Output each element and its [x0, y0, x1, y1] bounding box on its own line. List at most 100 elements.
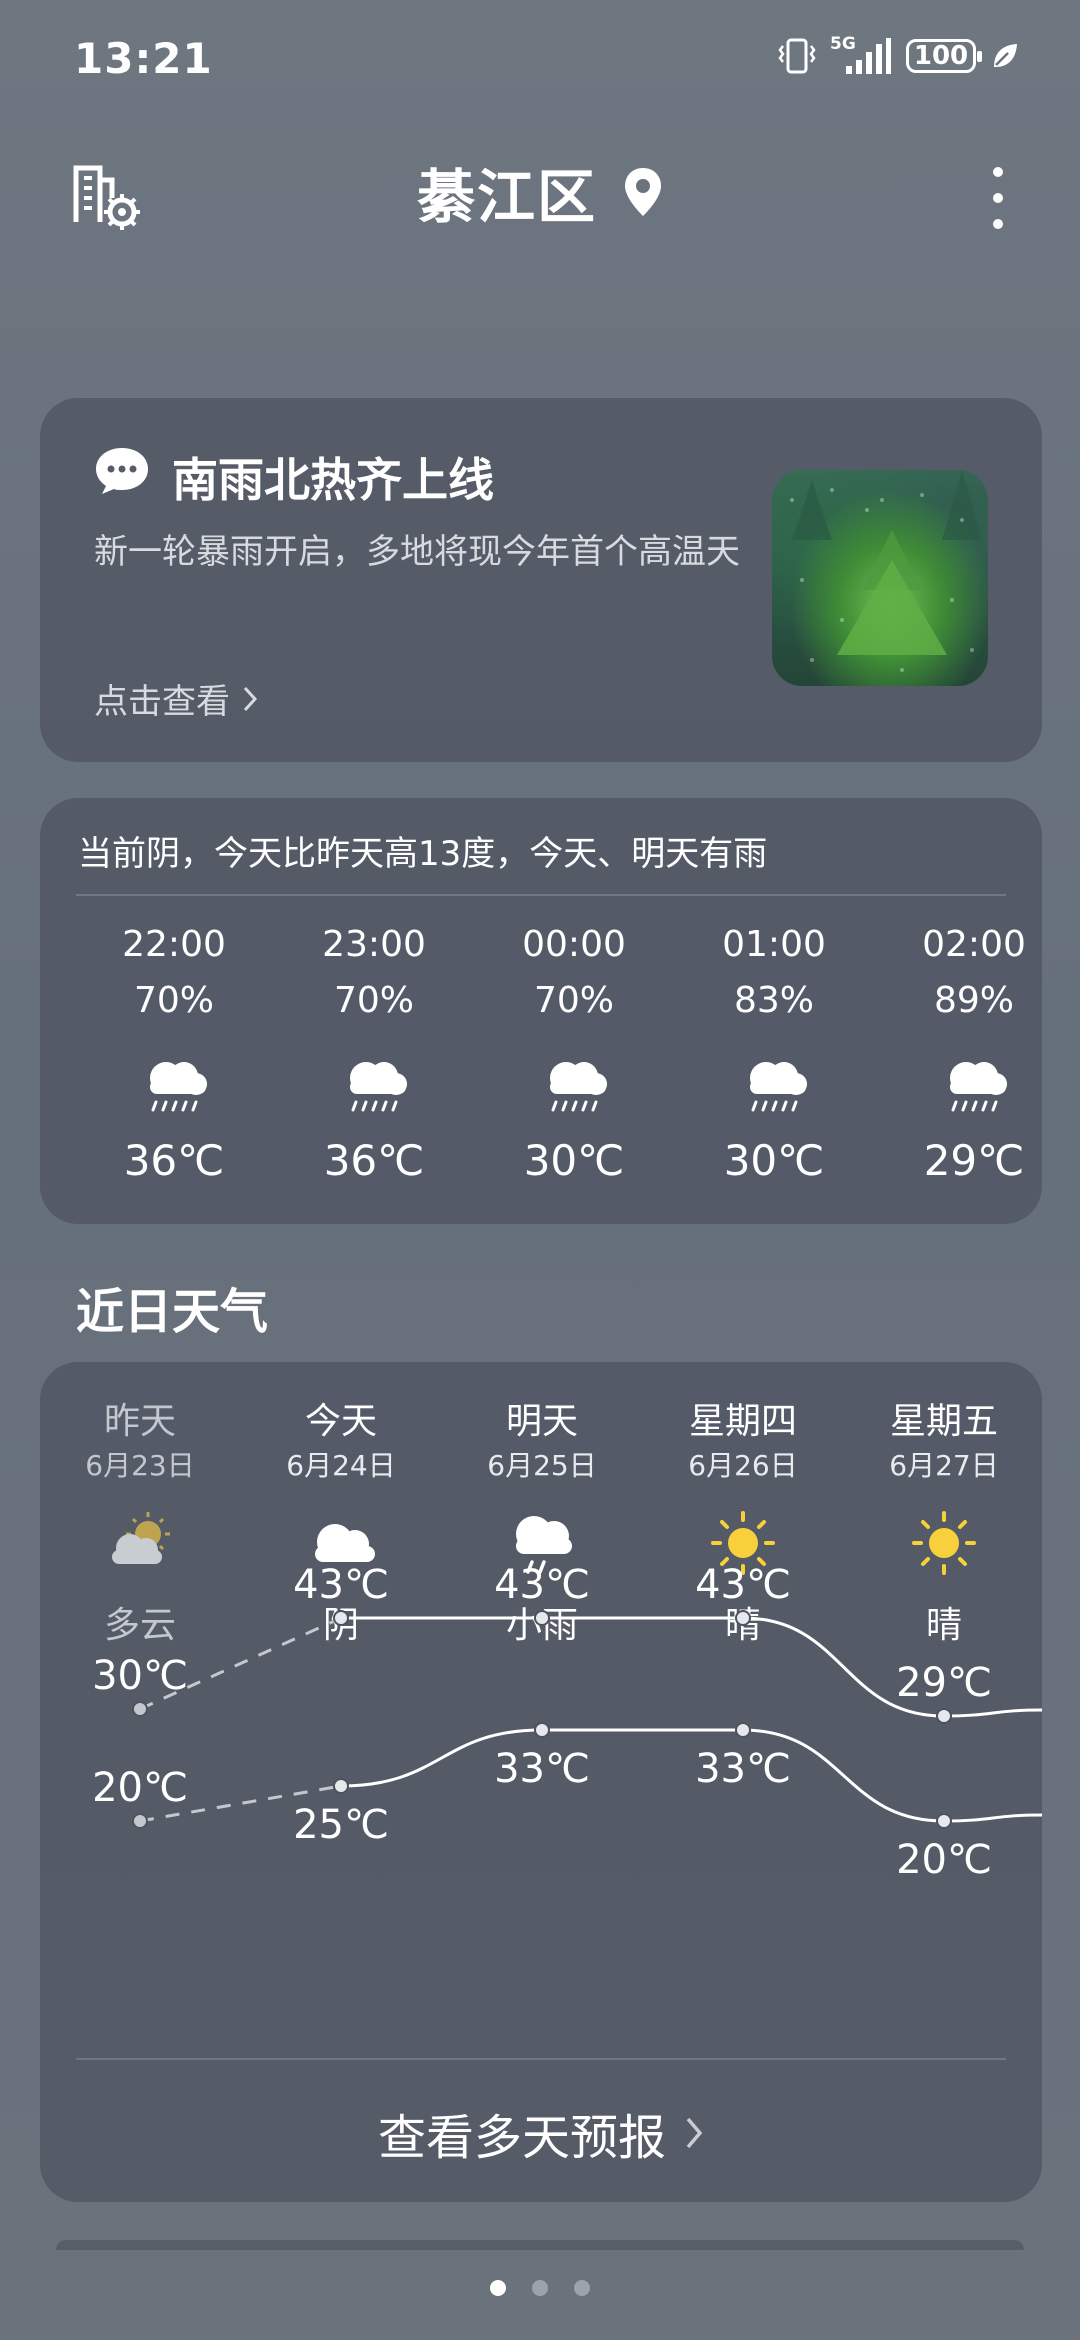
next-card-edge — [56, 2240, 1024, 2250]
status-time: 13:21 — [74, 34, 213, 83]
day-date: 6月25日 — [487, 1449, 597, 1482]
header: 綦江区 — [0, 150, 1080, 240]
hour-temperature: 30℃ — [723, 1136, 825, 1185]
day-name: 昨天 — [103, 1401, 176, 1442]
high-temp-label: 29℃ — [896, 1660, 992, 1706]
hourly-item: 23:00 70% 36℃ — [274, 924, 474, 1185]
hourly-item: 01:00 83% 30℃ — [674, 924, 874, 1185]
hourly-item: 22:00 70% 36℃ — [74, 924, 274, 1185]
location-pin-icon — [625, 168, 661, 216]
day-condition: 晴 — [724, 1605, 761, 1646]
daily-item[interactable]: 星期四 6月26日晴 — [643, 1392, 843, 1648]
hour-time: 22:00 — [122, 924, 226, 965]
hour-precip-probability: 89% — [933, 980, 1014, 1021]
news-title: 南雨北热齐上线 — [172, 453, 494, 507]
city-title-wrap[interactable]: 綦江区 — [0, 150, 1080, 234]
hour-temperature: 29℃ — [923, 1136, 1025, 1185]
hour-precip-probability: 70% — [333, 980, 414, 1021]
hour-precip-probability: 70% — [533, 980, 614, 1021]
rain-icon — [936, 1050, 1012, 1120]
day-condition: 小雨 — [505, 1605, 578, 1646]
day-condition: 晴 — [925, 1605, 962, 1646]
page-dot[interactable] — [490, 2280, 506, 2296]
daily-item[interactable]: 今天 6月24日阴 — [241, 1392, 441, 1648]
news-card[interactable]: 南雨北热齐上线 新一轮暴雨开启，多地将现今年首个高温天 点击查看 — [40, 398, 1042, 762]
more-forecast-label: 查看多天预报 — [377, 2110, 666, 2166]
low-temp-point — [132, 1813, 148, 1829]
low-temp-line-past — [139, 1784, 342, 1823]
low-temp-label: 20℃ — [896, 1837, 992, 1883]
day-condition: 阴 — [322, 1605, 359, 1646]
page-dot[interactable] — [532, 2280, 548, 2296]
daily-item[interactable]: 星期五 6月27日晴 — [844, 1392, 1044, 1648]
page-dot[interactable] — [574, 2280, 590, 2296]
weather-summary: 当前阴，今天比昨天高13度，今天、明天有雨 — [78, 834, 768, 874]
weather-app: 13:21 5G 100 綦江区 南雨北热齐上线 新一轮暴雨开启，多地将现今年首… — [0, 0, 1080, 2340]
hour-temperature: 36℃ — [123, 1136, 225, 1185]
battery-level: 100 — [913, 41, 969, 71]
day-name: 明天 — [505, 1401, 578, 1442]
page-indicator — [0, 2280, 1080, 2296]
sunny-icon — [904, 1506, 984, 1580]
low-temp-label: 33℃ — [494, 1746, 590, 1792]
battery-icon: 100 — [906, 39, 982, 73]
status-icons: 5G 100 — [778, 34, 1020, 76]
low-temp-point — [333, 1778, 349, 1794]
day-date: 6月27日 — [889, 1449, 999, 1482]
rain-icon — [536, 1050, 612, 1120]
high-temp-label: 30℃ — [92, 1653, 188, 1699]
low-temp-point — [534, 1722, 550, 1738]
more-menu-icon[interactable] — [976, 160, 1020, 236]
sunny-icon — [703, 1506, 783, 1580]
cloudy-icon — [301, 1506, 381, 1580]
hour-time: 02:00 — [922, 924, 1026, 965]
day-name: 今天 — [304, 1401, 377, 1442]
hourly-item: 00:00 70% 30℃ — [474, 924, 674, 1185]
news-view-link[interactable]: 点击查看 — [94, 674, 258, 723]
hour-time: 01:00 — [722, 924, 826, 965]
hour-temperature: 30℃ — [523, 1136, 625, 1185]
news-description: 新一轮暴雨开启，多地将现今年首个高温天 — [94, 532, 740, 572]
day-date: 6月23日 — [85, 1449, 195, 1482]
message-icon — [96, 448, 148, 494]
day-name: 星期五 — [889, 1401, 998, 1442]
status-bar: 13:21 5G 100 — [0, 0, 1080, 120]
low-temp-label: 20℃ — [92, 1765, 188, 1811]
vibrate-icon — [778, 38, 816, 74]
low-temp-point — [936, 1813, 952, 1829]
day-name: 星期四 — [688, 1401, 797, 1442]
daily-item[interactable]: 明天 6月25日小雨 — [442, 1392, 642, 1648]
day-date: 6月24日 — [286, 1449, 396, 1482]
day-date: 6月26日 — [688, 1449, 798, 1482]
signal-5g-icon: 5G — [830, 34, 892, 76]
light-rain-icon — [502, 1506, 582, 1580]
hour-precip-probability: 83% — [733, 980, 814, 1021]
hour-time: 00:00 — [522, 924, 626, 965]
low-temp-point — [735, 1722, 751, 1738]
low-temp-label: 33℃ — [695, 1746, 791, 1792]
hourly-item: 02:00 89% 29℃ — [874, 924, 1074, 1185]
high-temp-point — [936, 1708, 952, 1724]
hourly-forecast-card[interactable]: 当前阴，今天比昨天高13度，今天、明天有雨 22:00 70% 36℃ 23:00 70… — [40, 798, 1042, 1224]
hour-temperature: 36℃ — [323, 1136, 425, 1185]
partly-cloudy-icon — [100, 1506, 180, 1580]
daily-item[interactable]: 昨天 6月23日多云 — [40, 1392, 240, 1648]
day-condition: 多云 — [103, 1605, 176, 1646]
chevron-right-icon — [243, 686, 258, 711]
divider — [76, 894, 1006, 896]
news-thumbnail[interactable] — [772, 470, 988, 686]
low-temp-label: 25℃ — [293, 1802, 389, 1848]
leaf-icon — [994, 44, 1017, 67]
more-forecast-button[interactable]: 查看多天预报 — [40, 2098, 1042, 2168]
rain-icon — [336, 1050, 412, 1120]
hour-precip-probability: 70% — [133, 980, 214, 1021]
rain-icon — [736, 1050, 812, 1120]
hour-time: 23:00 — [322, 924, 426, 965]
divider — [76, 2058, 1006, 2060]
section-title-recent: 近日天气 — [76, 1284, 269, 1340]
chevron-right-icon — [686, 2117, 703, 2149]
rain-icon — [136, 1050, 212, 1120]
daily-forecast-card: 昨天 6月23日多云 今天 6月24日阴 明天 6月25日小雨 星期四 6月26日晴 星期五 6月… — [40, 1362, 1042, 2202]
news-link-label: 点击查看 — [94, 682, 230, 722]
city-title: 綦江区 — [416, 163, 597, 231]
